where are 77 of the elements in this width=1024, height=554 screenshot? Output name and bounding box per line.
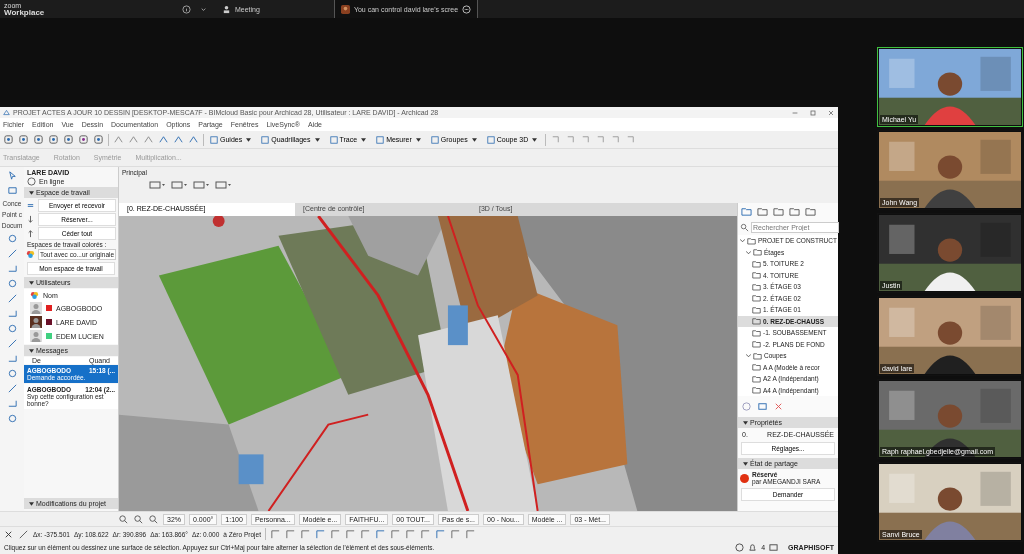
tool-shape-icon[interactable]: [565, 134, 577, 145]
tool-shape-icon[interactable]: [550, 134, 562, 145]
caret-icon: [314, 137, 320, 142]
tool-shape-icon[interactable]: [580, 134, 592, 145]
folder-icon[interactable]: [805, 206, 816, 217]
collapse-caret-icon: [29, 280, 34, 285]
square-icon: [210, 135, 218, 144]
folder-icon[interactable]: [757, 206, 768, 217]
zoom-control-icon[interactable]: [148, 513, 159, 525]
app-icon: [3, 109, 10, 116]
snap-guide-icon[interactable]: [269, 528, 281, 540]
snap-guide-icon[interactable]: [464, 528, 476, 540]
caret-icon: [246, 137, 252, 142]
tool-shape-icon[interactable]: [610, 134, 622, 145]
marquee-icon[interactable]: [6, 185, 18, 196]
folder-icon[interactable]: [741, 206, 752, 217]
snap-icon[interactable]: [18, 528, 29, 540]
square-icon: [486, 135, 495, 144]
expand-caret-icon[interactable]: [740, 238, 745, 244]
sync-icon: [26, 201, 35, 210]
people-icon: [222, 4, 231, 14]
search-icon: [740, 223, 749, 232]
release-icon: [26, 229, 35, 238]
square-icon: [261, 135, 270, 144]
snap-guide-icon[interactable]: [344, 528, 356, 540]
snap-guide-icon[interactable]: [449, 528, 461, 540]
zoom-control-icon[interactable]: [118, 513, 129, 525]
avatar-icon: [30, 316, 42, 328]
collapse-caret-icon: [29, 190, 34, 195]
palette-icon: [26, 250, 35, 259]
more-icon[interactable]: [462, 4, 472, 14]
window-icon[interactable]: [769, 543, 779, 552]
zoom-logo-text: Workplace: [4, 8, 46, 17]
caret-icon: [361, 137, 367, 142]
expand-caret-icon[interactable]: [746, 353, 751, 359]
snap-guide-icon[interactable]: [299, 528, 311, 540]
snap-guide-icon[interactable]: [404, 528, 416, 540]
geometry-method-icon[interactable]: [193, 180, 209, 190]
circle-icon[interactable]: [6, 323, 18, 334]
reserve-icon: [26, 215, 35, 224]
snap-guide-icon[interactable]: [374, 528, 386, 540]
snap-guide-icon[interactable]: [359, 528, 371, 540]
square-icon: [329, 135, 338, 144]
palette-icon: [30, 291, 39, 300]
bell-icon[interactable]: [748, 543, 758, 552]
square-icon: [376, 135, 385, 144]
zoom-control-icon[interactable]: [133, 513, 144, 525]
caret-icon: [471, 137, 477, 142]
avatar-icon: [340, 4, 350, 14]
geometry-method-icon[interactable]: [149, 180, 165, 190]
caret-icon: [415, 137, 421, 142]
snap-guide-icon[interactable]: [434, 528, 446, 540]
avatar-icon: [30, 330, 42, 342]
caret-icon: [532, 137, 538, 142]
snap-guide-icon[interactable]: [419, 528, 431, 540]
tool-shape-icon[interactable]: [595, 134, 607, 145]
snap-guide-icon[interactable]: [314, 528, 326, 540]
folder-icon[interactable]: [773, 206, 784, 217]
collapse-caret-icon: [29, 348, 34, 353]
collapse-caret-icon: [743, 461, 748, 466]
square-icon: [430, 135, 439, 144]
user-status-icon: [27, 177, 36, 186]
window-icon[interactable]: [757, 401, 768, 412]
collapse-caret-icon: [743, 420, 748, 425]
tool-shape-icon[interactable]: [625, 134, 637, 145]
snap-guide-icon[interactable]: [329, 528, 341, 540]
snap-guide-icon[interactable]: [284, 528, 296, 540]
geometry-method-icon[interactable]: [171, 180, 187, 190]
folder-icon[interactable]: [789, 206, 800, 217]
avatar-icon: [30, 302, 42, 314]
expand-caret-icon[interactable]: [746, 249, 751, 255]
delete-icon[interactable]: [773, 401, 784, 412]
collapse-caret-icon: [29, 501, 34, 506]
restore-icon[interactable]: [809, 108, 817, 117]
geometry-method-icon[interactable]: [215, 180, 231, 190]
snap-guide-icon[interactable]: [389, 528, 401, 540]
cloud-status-icon[interactable]: [735, 543, 745, 552]
